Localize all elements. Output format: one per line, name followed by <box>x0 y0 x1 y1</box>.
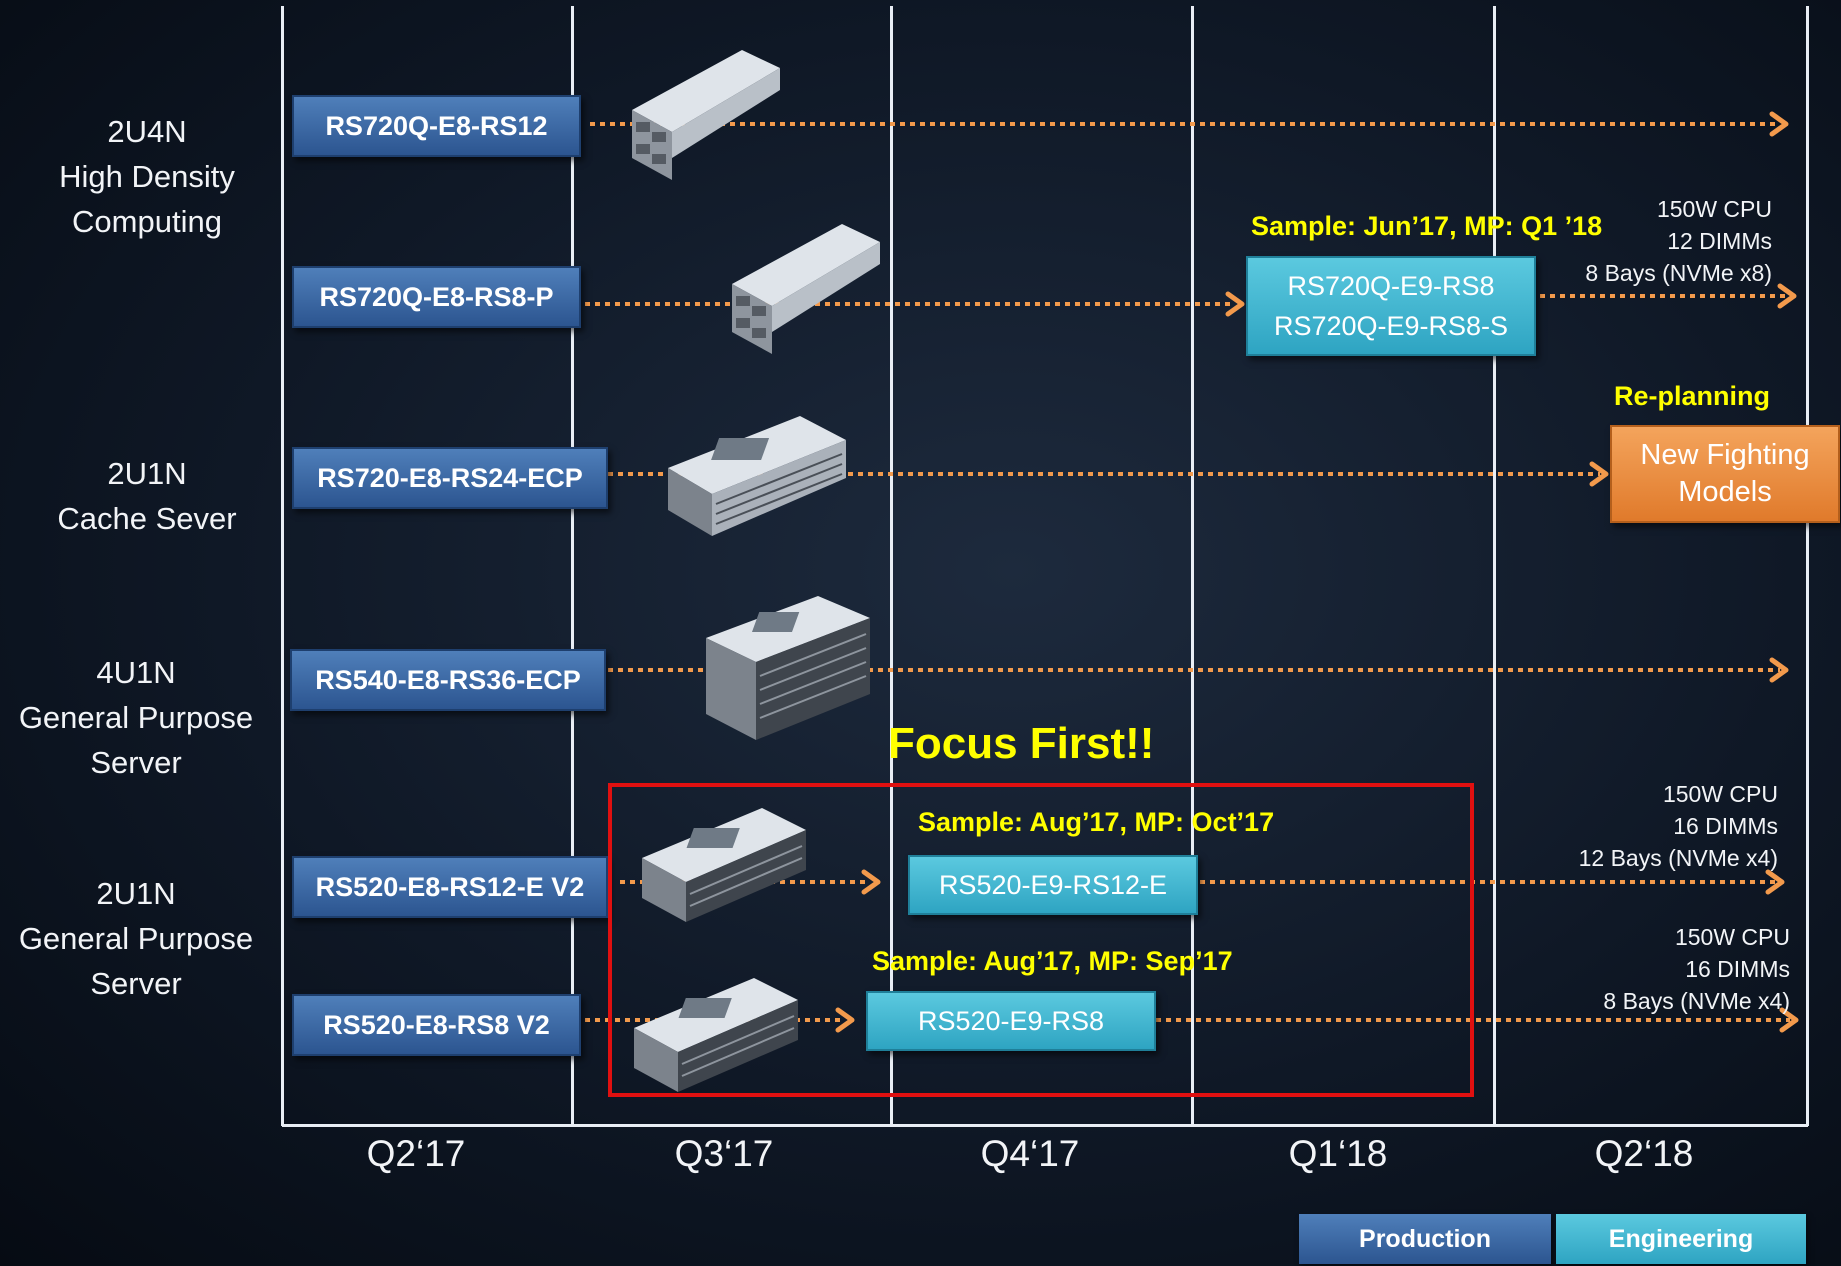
model-rs720q-e8-rs12[interactable]: RS720Q-E8-RS12 <box>292 95 581 157</box>
category-line: General Purpose <box>18 921 254 956</box>
category-line: 4U1N <box>96 655 176 690</box>
spec-line: 150W CPU <box>1656 196 1772 222</box>
model-rs540-e8-rs36-ecp[interactable]: RS540-E8-RS36-ECP <box>290 649 606 711</box>
quarter-q3-17: Q3‘17 <box>674 1133 774 1174</box>
specs-rs520-12: 150W CPU 16 DIMMs 12 Bays (NVMe x4) <box>1540 778 1778 874</box>
legend-production: Production <box>1299 1214 1551 1264</box>
new-models-line: Models <box>1678 476 1772 508</box>
model-rs520-e8-rs8-v2[interactable]: RS520-E8-RS8 V2 <box>292 994 581 1056</box>
new-models-line: New Fighting <box>1640 439 1810 471</box>
quarter-q2-18: Q2‘18 <box>1594 1133 1694 1174</box>
focus-first-label: Focus First!! <box>888 719 1155 768</box>
category-line: Computing <box>72 204 222 239</box>
category-4u1n: 4U1N General Purpose Server <box>0 650 272 785</box>
spec-line: 16 DIMMs <box>1685 956 1790 982</box>
specs-rs520-8: 150W CPU 16 DIMMs 8 Bays (NVMe x4) <box>1560 921 1790 1017</box>
category-line: 2U1N <box>107 456 187 491</box>
spec-line: 12 DIMMs <box>1667 228 1772 254</box>
rack-server-icon <box>632 50 780 180</box>
legend-engineering: Engineering <box>1556 1214 1806 1264</box>
category-line: High Density <box>59 159 235 194</box>
replanning-label: Re-planning <box>1614 381 1770 411</box>
category-2u4n: 2U4N High Density Computing <box>40 109 254 244</box>
spec-line: 150W CPU <box>1674 924 1790 950</box>
quarter-q4-17: Q4‘17 <box>980 1133 1080 1174</box>
category-2u1n-general: 2U1N General Purpose Server <box>0 871 272 1006</box>
spec-line: 16 DIMMs <box>1673 813 1778 839</box>
category-line: 2U1N <box>96 876 176 911</box>
focus-highlight-box <box>608 783 1474 1097</box>
category-line: General Purpose <box>18 700 254 735</box>
category-line: Server <box>90 745 182 780</box>
category-line: Cache Sever <box>57 501 237 536</box>
model-rs720q-e9-rs8-s: RS720Q-E9-RS8-S <box>1273 311 1509 341</box>
rack-server-icon <box>706 596 870 740</box>
rack-server-icon <box>732 224 880 354</box>
quarter-q1-18: Q1‘18 <box>1288 1133 1388 1174</box>
model-rs720-e8-rs24-ecp[interactable]: RS720-E8-RS24-ECP <box>292 447 608 509</box>
arrowhead-row2a <box>1225 291 1245 317</box>
category-line: 2U4N <box>107 114 187 149</box>
new-fighting-models-box[interactable]: New Fighting Models <box>1610 425 1840 523</box>
spec-line: 150W CPU <box>1662 781 1778 807</box>
spec-line: 12 Bays (NVMe x4) <box>1578 845 1778 871</box>
model-rs520-e8-rs12-e-v2[interactable]: RS520-E8-RS12-E V2 <box>292 856 608 918</box>
model-rs720q-e8-rs8-p[interactable]: RS720Q-E8-RS8-P <box>292 266 581 328</box>
category-2u1n-cache: 2U1N Cache Sever <box>40 451 254 541</box>
rack-server-icon <box>668 416 846 536</box>
model-rs720q-e9[interactable]: RS720Q-E9-RS8 RS720Q-E9-RS8-S <box>1246 256 1536 356</box>
model-rs720q-e9-rs8: RS720Q-E9-RS8 <box>1287 271 1495 301</box>
spec-line: 8 Bays (NVMe x8) <box>1585 260 1772 286</box>
spec-line: 8 Bays (NVMe x4) <box>1603 988 1790 1014</box>
quarter-q2-17: Q2‘17 <box>366 1133 466 1174</box>
specs-rs720q: 150W CPU 12 DIMMs 8 Bays (NVMe x8) <box>1550 193 1772 289</box>
category-line: Server <box>90 966 182 1001</box>
